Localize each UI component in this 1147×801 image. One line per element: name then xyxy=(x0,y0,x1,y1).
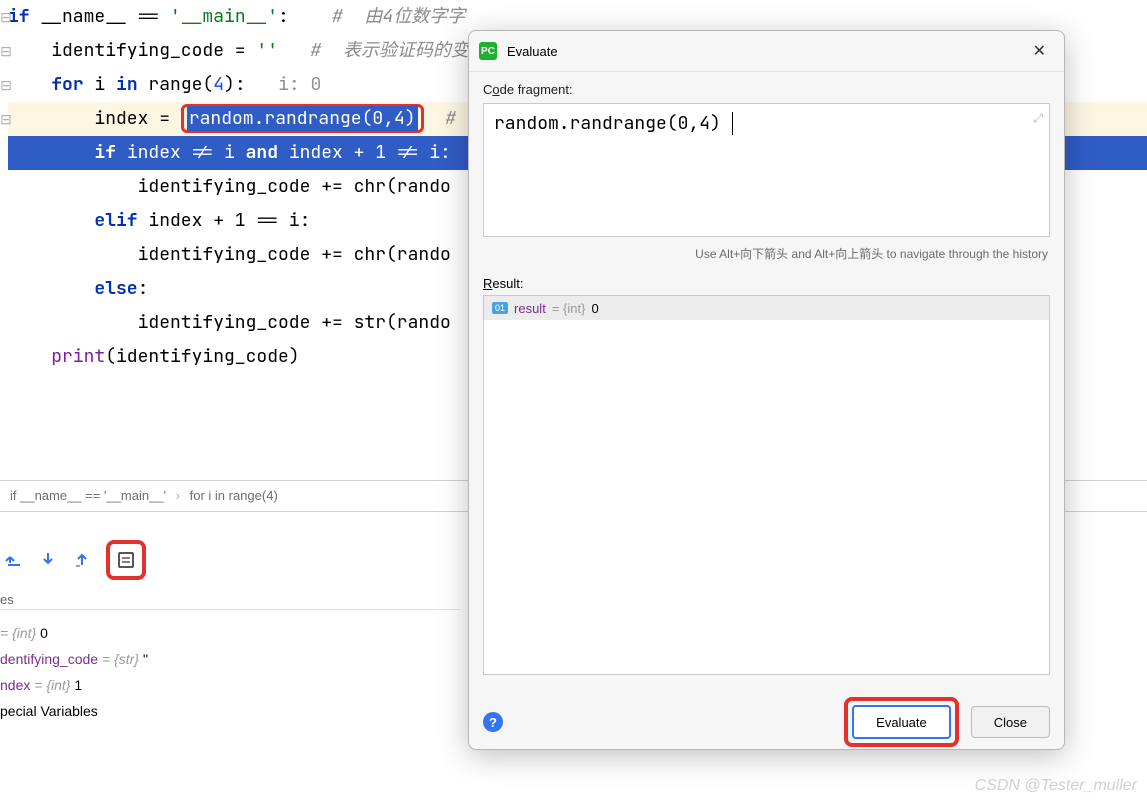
selected-expression[interactable]: random.randrange(0,4) xyxy=(187,106,418,131)
special-variables[interactable]: pecial Variables xyxy=(0,698,148,724)
step-out-icon[interactable] xyxy=(72,550,92,570)
breadcrumb-separator: › xyxy=(176,488,180,503)
dialog-title: Evaluate xyxy=(507,44,558,59)
variables-panel-header: es xyxy=(0,590,460,610)
fragment-label: Code fragment: xyxy=(483,82,1050,97)
debug-toolbar xyxy=(0,540,146,580)
step-over-icon[interactable] xyxy=(4,550,24,570)
help-icon[interactable]: ? xyxy=(483,712,503,732)
evaluate-dialog: PC Evaluate ✕ Code fragment: random.rand… xyxy=(468,30,1065,750)
result-row[interactable]: 01 result = {int} 0 xyxy=(484,296,1049,320)
expand-icon[interactable]: ⤢ xyxy=(1033,110,1043,126)
breadcrumb-item[interactable]: if __name__ == '__main__' xyxy=(10,488,166,503)
breadcrumb-item[interactable]: for i in range(4) xyxy=(190,488,278,503)
pycharm-icon: PC xyxy=(479,42,497,60)
variable-row[interactable]: dentifying_code = {str} '' xyxy=(0,646,148,672)
dialog-titlebar[interactable]: PC Evaluate ✕ xyxy=(469,31,1064,72)
close-icon[interactable]: ✕ xyxy=(1025,37,1054,65)
step-into-icon[interactable] xyxy=(38,550,58,570)
variables-panel[interactable]: = {int} 0 dentifying_code = {str} '' nde… xyxy=(0,620,148,724)
navigation-hint: Use Alt+向下箭头 and Alt+向上箭头 to navigate th… xyxy=(483,245,1048,262)
result-panel[interactable]: 01 result = {int} 0 xyxy=(483,295,1050,675)
result-label: Result: xyxy=(483,276,1050,291)
dialog-footer: ? Evaluate Close xyxy=(469,695,1064,749)
type-badge: 01 xyxy=(492,302,508,314)
code-fragment-input[interactable]: random.randrange(0,4) ⤢ xyxy=(483,103,1050,237)
variable-row[interactable]: ndex = {int} 1 xyxy=(0,672,148,698)
fold-column: ⊟⊟⊟⊟ xyxy=(0,0,12,136)
close-button[interactable]: Close xyxy=(971,706,1050,738)
evaluate-expression-highlight xyxy=(106,540,146,580)
evaluate-expression-icon[interactable] xyxy=(116,550,136,570)
evaluate-button[interactable]: Evaluate xyxy=(852,705,951,739)
variable-row[interactable]: = {int} 0 xyxy=(0,620,148,646)
evaluate-button-highlight: Evaluate xyxy=(844,697,959,747)
watermark: CSDN @Tester_muller xyxy=(975,777,1137,795)
